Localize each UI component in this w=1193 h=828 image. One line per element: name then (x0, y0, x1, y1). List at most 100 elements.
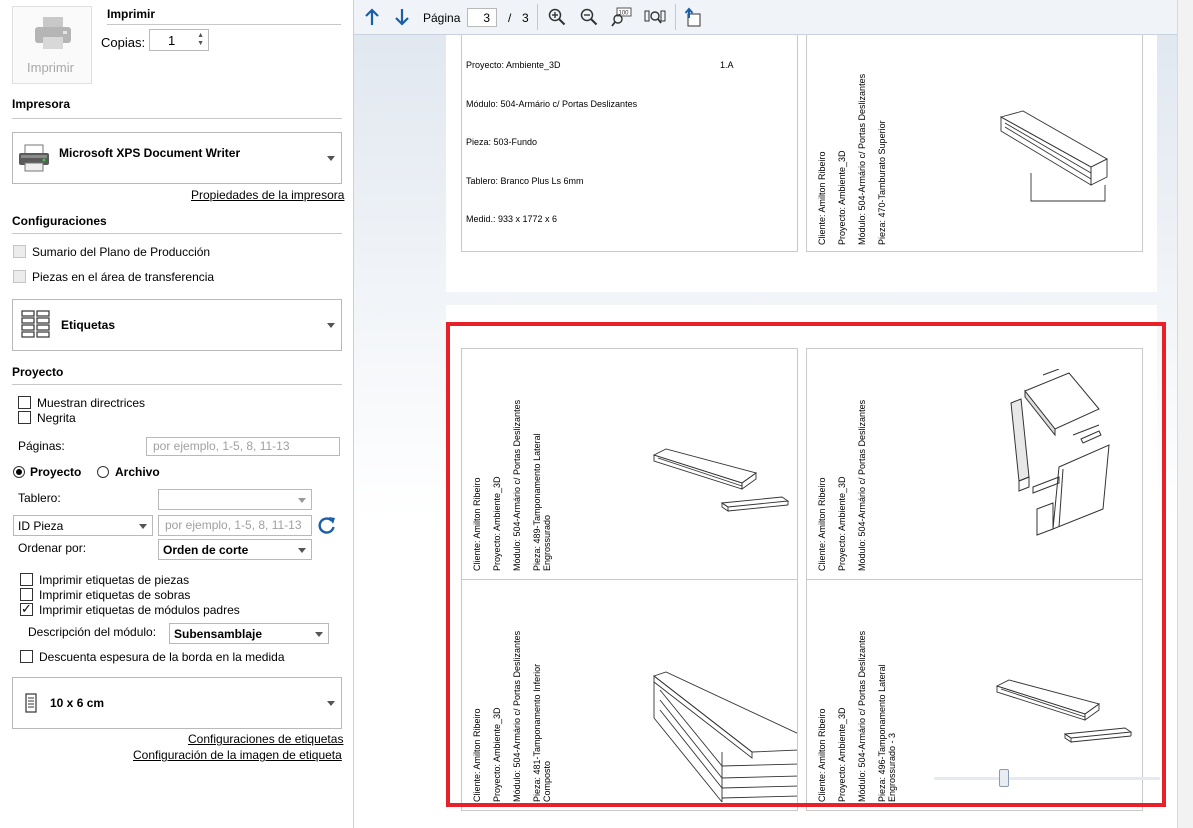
label-size-value: 10 x 6 cm (50, 696, 105, 710)
project-divider (12, 384, 342, 385)
label-module: Módulo: 504-Armário c/ Portas Deslizante… (857, 73, 867, 245)
file-radio-label: Archivo (115, 465, 160, 479)
grid-icon (21, 310, 50, 338)
toolbar-divider (537, 4, 538, 30)
print-divider (107, 24, 341, 25)
settings-panel: Imprimir Imprimir Copias: 1 ▲ ▼ Impresor… (0, 0, 354, 828)
board-select[interactable] (158, 489, 312, 510)
module-desc-label: Descripción del módulo: (28, 625, 157, 639)
stepper-up-icon[interactable]: ▲ (197, 32, 204, 39)
print-parent-modules-checkbox[interactable] (20, 601, 33, 617)
id-select[interactable]: ID Pieza (13, 515, 153, 536)
chevron-down-icon (315, 632, 323, 637)
label-size-icon (25, 693, 37, 713)
id-select-value: ID Pieza (18, 519, 64, 533)
actual-size-button[interactable]: 100 (610, 6, 634, 28)
transfer-checkbox[interactable] (13, 270, 26, 283)
label-card: Cliente: Amilton Ribeiro Proyecto: Ambie… (806, 35, 1143, 252)
label-project: Proyecto: Ambiente_3D (837, 150, 847, 245)
bold-label: Negrita (37, 411, 76, 425)
mode-select[interactable]: Etiquetas (12, 299, 342, 351)
highlight-box (446, 322, 1166, 807)
project-radio-label: Proyecto (30, 465, 82, 479)
summary-label: Sumario del Plano de Producción (32, 245, 211, 259)
preview-page: Proyecto: Ambiente_3D 1.A Módulo: 504-Ar… (446, 35, 1157, 292)
next-page-button[interactable] (392, 6, 412, 28)
label-code: 1.A (720, 60, 734, 70)
part-drawing (999, 110, 1108, 202)
total-pages: 3 (522, 11, 529, 25)
zoom-out-icon (580, 8, 598, 26)
zoom-out-button[interactable] (578, 6, 600, 28)
export-button[interactable] (682, 6, 704, 28)
stepper-down-icon[interactable]: ▼ (197, 40, 204, 47)
printer-select[interactable]: Microsoft XPS Document Writer (12, 132, 342, 184)
pages-label: Páginas: (18, 439, 65, 453)
show-guides-label: Muestran directrices (37, 396, 146, 410)
chevron-down-icon (327, 701, 335, 706)
arrow-down-icon (395, 9, 409, 26)
settings-divider (12, 233, 342, 234)
label-settings-link[interactable]: Configuraciones de etiquetas (188, 732, 343, 746)
module-desc-select[interactable]: Subensamblaje (169, 623, 329, 644)
label-board: Tablero: Branco Plus Ls 6mm (466, 176, 584, 186)
print-heading: Imprimir (107, 7, 156, 21)
label-client: Cliente: Amilton Ribeiro (817, 151, 827, 245)
current-page: 3 (483, 11, 490, 25)
fit-page-icon (644, 10, 666, 24)
export-icon (684, 7, 701, 27)
previous-page-button[interactable] (362, 6, 382, 28)
show-guides-checkbox[interactable] (18, 396, 31, 409)
module-desc-value: Subensamblaje (174, 627, 263, 641)
label-measure: Medid.: 933 x 1772 x 6 (466, 214, 558, 224)
copies-stepper[interactable]: 1 ▲ ▼ (149, 29, 209, 51)
preview-toolbar: Página 3 / 3 100 (354, 0, 1177, 35)
discount-edge-checkbox[interactable] (20, 650, 33, 663)
chevron-down-icon (327, 156, 335, 161)
discount-edge-label: Descuenta espesura de la borda en la med… (39, 650, 285, 664)
label-card: Proyecto: Ambiente_3D 1.A Módulo: 504-Ar… (461, 35, 798, 252)
printer-divider (12, 118, 342, 119)
page-separator: / (508, 11, 512, 25)
label-project: Proyecto: Ambiente_3D (466, 60, 561, 70)
label-piece: Pieza: 470-Tamburato Superior (877, 120, 887, 245)
printer-heading: Impresora (12, 97, 71, 111)
page-label: Página (423, 11, 461, 25)
zoom-in-icon (548, 8, 566, 26)
id-input[interactable]: por ejemplo, 1-5, 8, 11-13 (158, 515, 312, 536)
bold-checkbox[interactable] (18, 411, 31, 424)
sort-select[interactable]: Orden de corte (158, 539, 312, 560)
chevron-down-icon (139, 524, 147, 529)
summary-checkbox[interactable] (13, 245, 26, 258)
project-radio[interactable] (13, 466, 25, 478)
actual-size-icon: 100 (611, 7, 632, 27)
board-label: Tablero: (18, 491, 61, 505)
project-heading: Proyecto (12, 365, 64, 379)
mode-value: Etiquetas (61, 318, 116, 332)
chevron-down-icon (298, 548, 306, 553)
sort-label: Ordenar por: (18, 541, 87, 555)
settings-heading: Configuraciones (12, 214, 107, 228)
print-leftovers-checkbox[interactable] (20, 588, 33, 601)
fit-page-button[interactable] (643, 6, 667, 28)
printer-device-icon (19, 144, 49, 172)
label-size-select[interactable]: 10 x 6 cm (12, 677, 342, 729)
sort-value: Orden de corte (163, 543, 249, 557)
refresh-icon[interactable] (317, 515, 337, 535)
vertical-scrollbar[interactable] (1177, 0, 1193, 828)
page-number-input[interactable]: 3 (467, 8, 497, 27)
file-radio[interactable] (97, 466, 109, 478)
print-parts-checkbox[interactable] (20, 573, 33, 586)
print-parts-label: Imprimir etiquetas de piezas (39, 573, 190, 587)
toolbar-divider (675, 4, 676, 30)
pages-input[interactable]: por ejemplo, 1-5, 8, 11-13 (146, 437, 340, 456)
chevron-down-icon (327, 323, 335, 328)
zoom-in-button[interactable] (546, 6, 568, 28)
chevron-down-icon (298, 498, 306, 503)
label-piece: Pieza: 503-Fundo (466, 137, 538, 147)
print-parent-modules-label: Imprimir etiquetas de módulos padres (39, 603, 240, 617)
arrow-up-icon (365, 8, 379, 25)
print-button[interactable]: Imprimir (12, 6, 92, 84)
printer-properties-link[interactable]: Propiedades de la impresora (191, 188, 344, 202)
label-image-link[interactable]: Configuración de la imagen de etiqueta (133, 748, 342, 762)
